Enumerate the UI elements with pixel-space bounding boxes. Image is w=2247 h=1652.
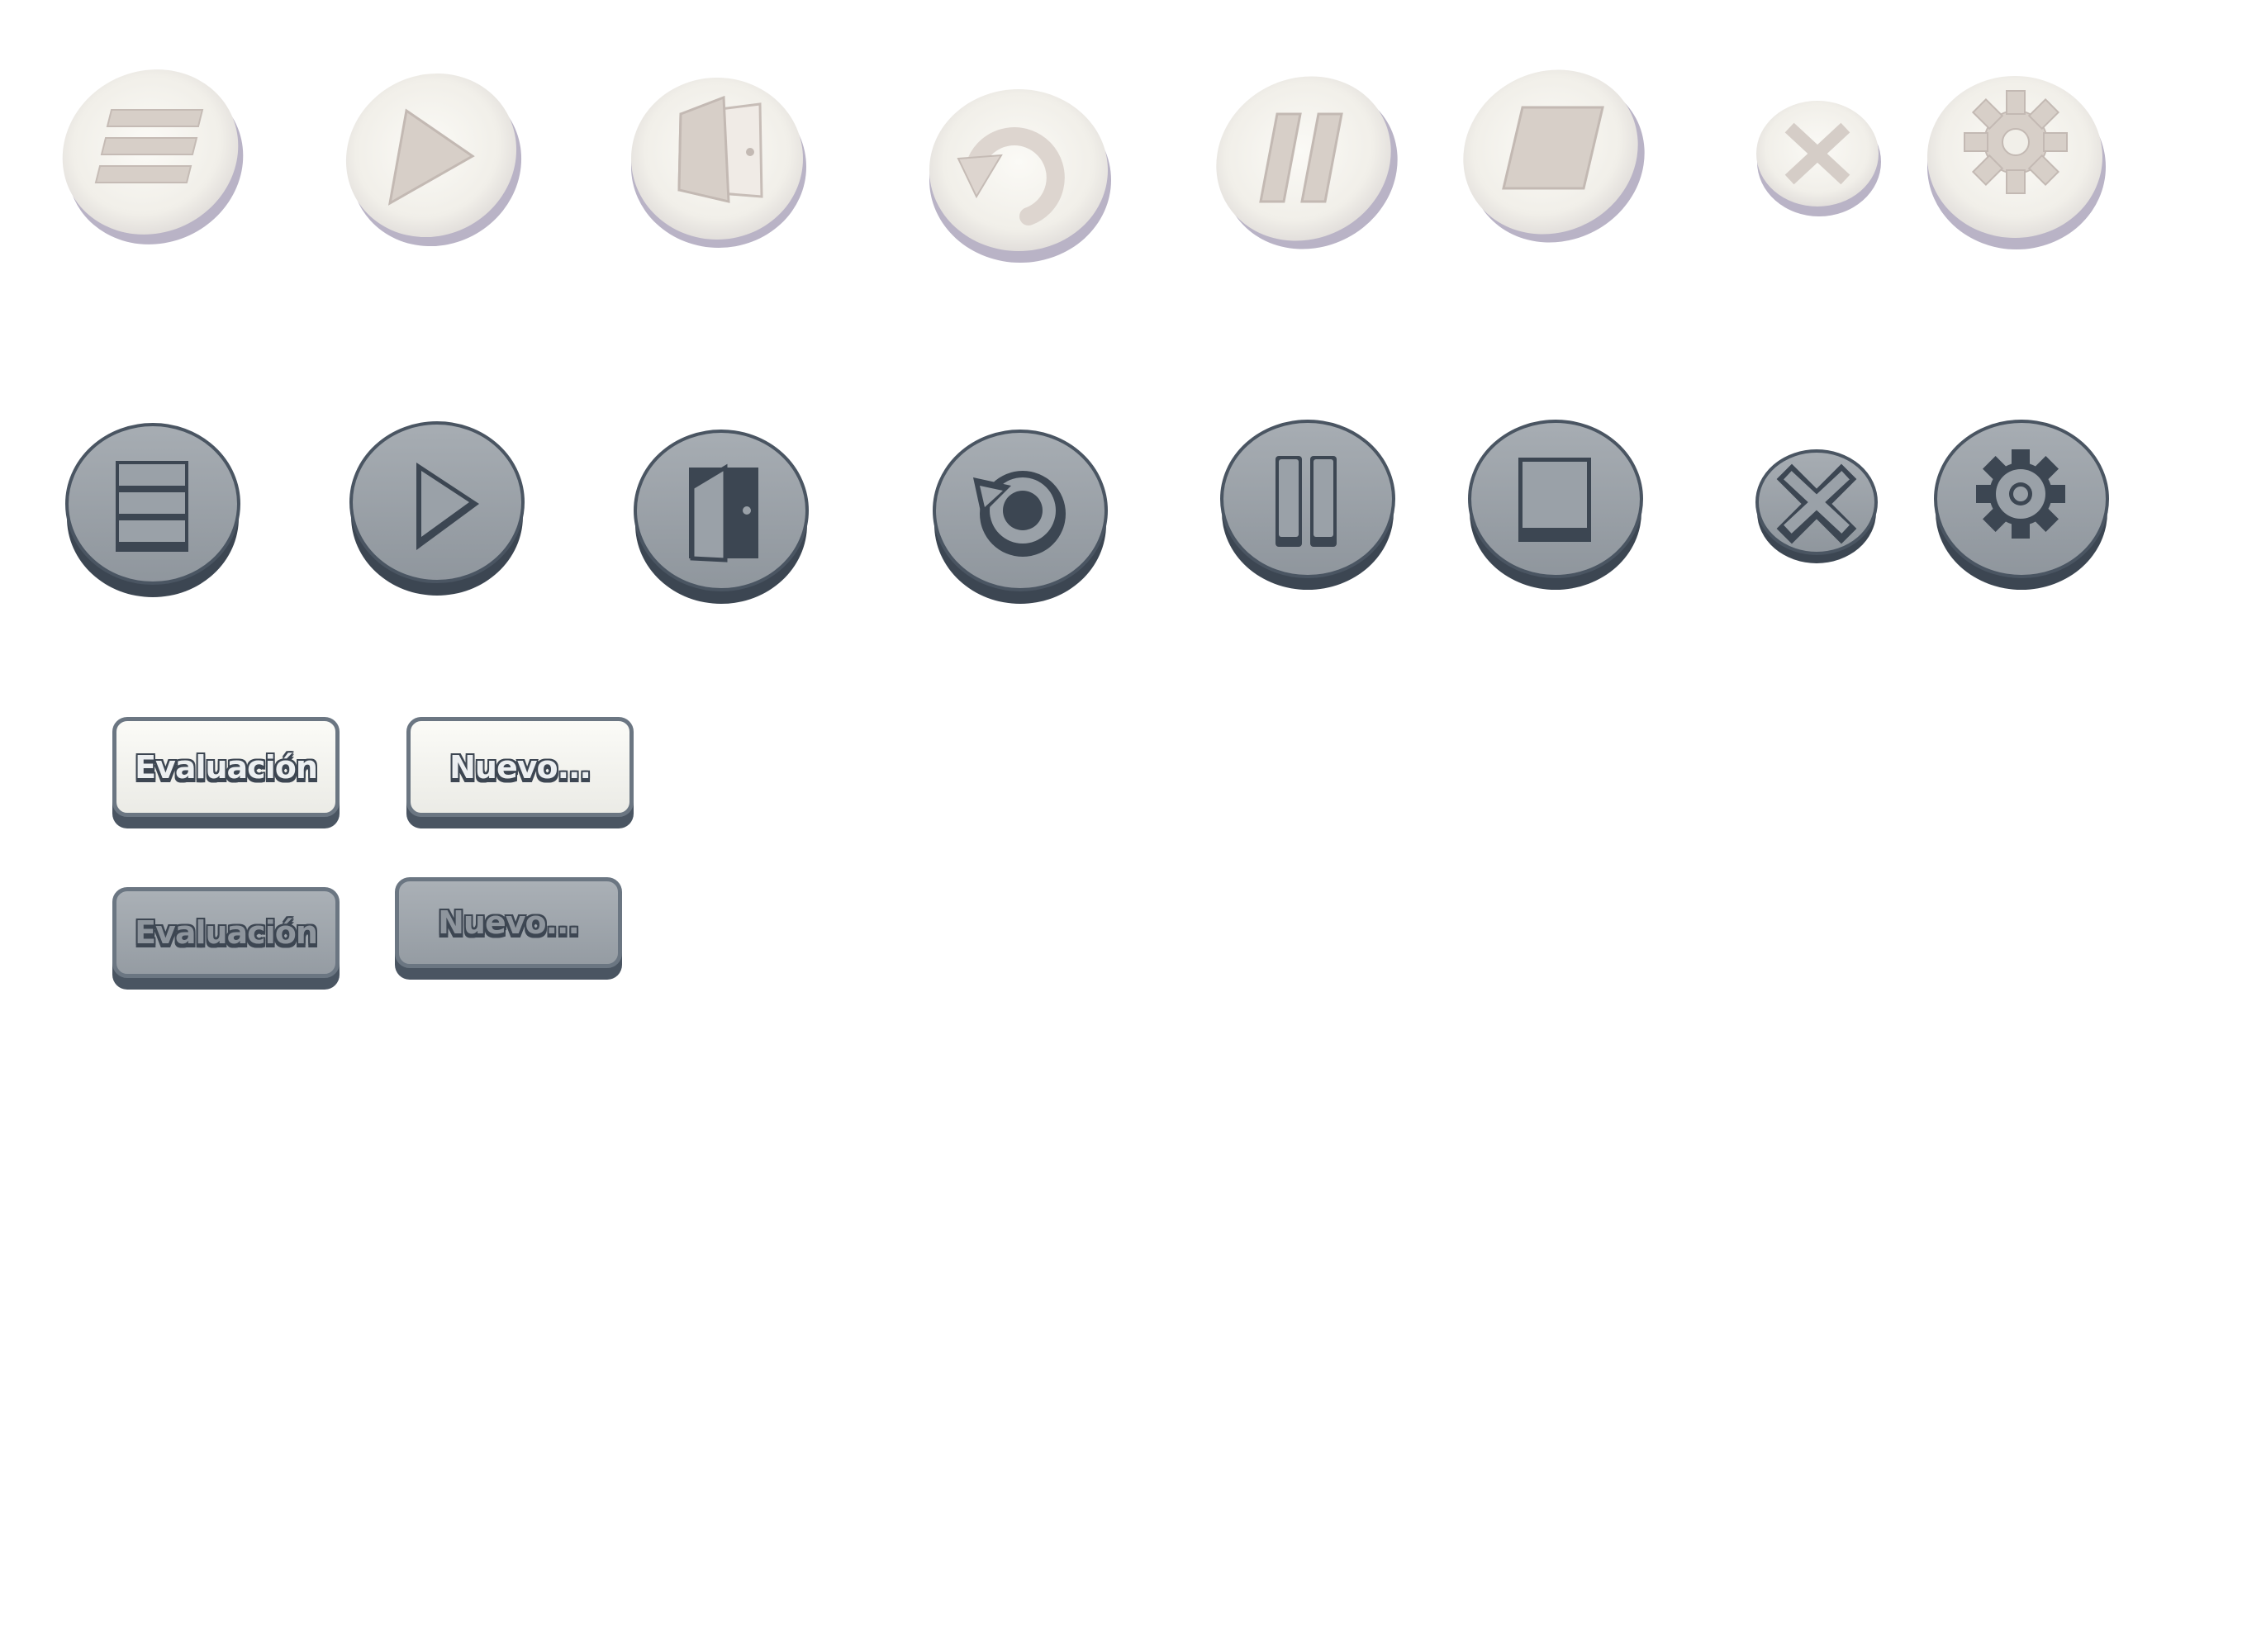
button-face: Nuevo... — [406, 717, 634, 817]
dark-restart-button[interactable] — [932, 428, 1109, 605]
light-close-button[interactable] — [1753, 93, 1885, 221]
dark-exit-button[interactable] — [633, 428, 810, 605]
dark-pause-button[interactable] — [1219, 420, 1396, 593]
button-label: Evaluación — [135, 914, 318, 951]
light-menu-button[interactable] — [58, 64, 248, 250]
gear-icon — [1964, 90, 2068, 194]
dark-play-button[interactable] — [349, 420, 525, 597]
light-restart-button[interactable] — [925, 83, 1115, 268]
light-settings-button[interactable] — [1925, 71, 2108, 254]
door-exit-icon — [677, 95, 763, 203]
door-exit-icon — [689, 463, 758, 563]
light-evaluation-button[interactable]: Evaluación — [112, 717, 340, 828]
dark-menu-button[interactable] — [64, 421, 241, 599]
button-label: Evaluación — [135, 748, 318, 786]
button-face: Nuevo... — [395, 877, 622, 968]
light-play-button[interactable] — [340, 69, 526, 251]
dark-evaluation-button[interactable]: Evaluación — [112, 887, 340, 990]
dark-new-button[interactable]: Nuevo... — [395, 877, 622, 980]
button-label: Nuevo... — [449, 748, 591, 786]
dark-settings-button[interactable] — [1933, 420, 2110, 593]
button-face: Evaluación — [112, 717, 340, 817]
light-exit-button[interactable] — [628, 73, 810, 254]
button-label: Nuevo... — [438, 904, 580, 941]
dark-close-button[interactable] — [1755, 446, 1879, 566]
button-face: Evaluación — [112, 887, 340, 978]
menu-icon — [116, 461, 188, 552]
menu-icon — [94, 109, 204, 183]
stop-icon — [1518, 458, 1591, 542]
light-pause-button[interactable] — [1211, 71, 1401, 254]
dark-stop-button[interactable] — [1467, 420, 1644, 593]
gear-icon — [1976, 449, 2065, 539]
light-stop-button[interactable] — [1458, 64, 1648, 248]
light-new-button[interactable]: Nuevo... — [406, 717, 634, 828]
